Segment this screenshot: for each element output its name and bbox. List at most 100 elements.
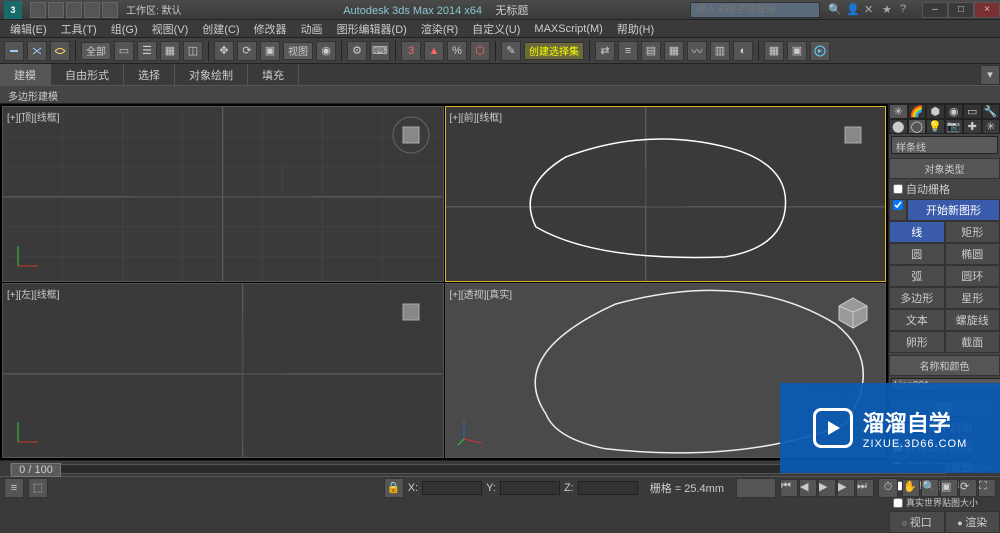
favorite-icon[interactable]: ★ (882, 3, 896, 17)
y-input[interactable] (500, 481, 560, 495)
menu-animation[interactable]: 动画 (295, 20, 329, 38)
move-button[interactable]: ✥ (214, 41, 234, 61)
layer-button[interactable]: ▤ (641, 41, 661, 61)
menu-modifiers[interactable]: 修改器 (248, 20, 293, 38)
new-button[interactable] (30, 2, 46, 18)
goto-start-button[interactable]: ⏮ (780, 479, 798, 497)
menu-views[interactable]: 视图(V) (146, 20, 195, 38)
shape-star-button[interactable]: 星形 (945, 287, 1000, 309)
shape-line-button[interactable]: 线 (889, 221, 945, 243)
minimize-button[interactable]: – (922, 2, 948, 18)
start-shape-checkbox[interactable] (893, 200, 903, 210)
shape-ellipse-button[interactable]: 椭圆 (945, 243, 1000, 265)
rotate-button[interactable]: ⟳ (237, 41, 257, 61)
shape-egg-button[interactable]: 卵形 (889, 331, 945, 353)
goto-end-button[interactable]: ⏭ (856, 479, 874, 497)
render-button[interactable] (810, 41, 830, 61)
redo-button[interactable] (102, 2, 118, 18)
menu-group[interactable]: 组(G) (105, 20, 144, 38)
edit-selection-button[interactable]: ✎ (501, 41, 521, 61)
open-button[interactable] (48, 2, 64, 18)
render-setup-button[interactable]: ▦ (764, 41, 784, 61)
ribbon-tab-populate[interactable]: 填充 (248, 64, 299, 86)
align-button[interactable]: ≡ (618, 41, 638, 61)
zoom-button[interactable]: 🔍 (921, 479, 939, 497)
ribbon-minimize-button[interactable]: ▾ (980, 65, 1000, 85)
rollout-object-type[interactable]: 对象类型 (889, 158, 1000, 179)
viewport-left[interactable]: [+][左][线框] (2, 283, 444, 459)
menu-customize[interactable]: 自定义(U) (466, 20, 526, 38)
link-button[interactable] (4, 41, 24, 61)
render-frame-button[interactable]: ▣ (787, 41, 807, 61)
shape-donut-button[interactable]: 圆环 (945, 265, 1000, 287)
infocenter-icon[interactable]: 🔍 (828, 3, 842, 17)
pivot-button[interactable]: ◉ (316, 41, 336, 61)
menu-edit[interactable]: 编辑(E) (4, 20, 53, 38)
viewcube-icon[interactable] (833, 115, 873, 155)
move-gizmo[interactable] (645, 167, 685, 207)
angle-snap[interactable]: ▲ (424, 41, 444, 61)
spinner-snap[interactable]: ⬡ (470, 41, 490, 61)
modify-tab-icon[interactable]: 🌈 (908, 104, 927, 119)
save-button[interactable] (66, 2, 82, 18)
close-button[interactable]: × (974, 2, 1000, 18)
maxview-button[interactable]: ⛶ (978, 479, 996, 497)
viewport-top[interactable]: [+][顶][线框] (2, 106, 444, 282)
viewcube-icon[interactable] (833, 292, 873, 332)
shape-circle-button[interactable]: 圆 (889, 243, 945, 265)
shapes-icon[interactable]: ◯ (908, 119, 927, 134)
ribbon-tab-modeling[interactable]: 建模 (0, 64, 51, 86)
start-new-shape-button[interactable]: 开始新图形 (907, 199, 1000, 221)
named-selection-set[interactable]: 创建选择集 (524, 42, 584, 60)
pan-view-button[interactable]: ✋ (902, 479, 920, 497)
exchange-icon[interactable]: ✕ (864, 3, 878, 17)
ref-coord-combo[interactable]: 视图 (283, 42, 313, 60)
maxscript-listener-icon[interactable]: ≡ (4, 478, 24, 498)
systems-icon[interactable]: ✳ (982, 119, 1000, 134)
move-gizmo[interactable] (243, 333, 283, 373)
menu-rendering[interactable]: 渲染(R) (415, 20, 464, 38)
prev-frame-button[interactable]: ◀ (799, 479, 817, 497)
maximize-button[interactable]: □ (948, 2, 974, 18)
render-radio[interactable]: ● 渲染 (945, 511, 1000, 533)
app-icon[interactable]: 3 (4, 1, 22, 19)
ribbon-tab-objectpaint[interactable]: 对象绘制 (175, 64, 248, 86)
menu-grapheditors[interactable]: 图形编辑器(D) (331, 20, 413, 38)
next-frame-button[interactable]: ▶ (837, 479, 855, 497)
selection-filter[interactable]: 全部 (81, 42, 111, 60)
unlink-button[interactable] (27, 41, 47, 61)
select-region-button[interactable]: ▦ (160, 41, 180, 61)
manipulate-button[interactable]: ⚙ (347, 41, 367, 61)
hierarchy-tab-icon[interactable]: ⬢ (926, 104, 945, 119)
ribbon-tab-freeform[interactable]: 自由形式 (51, 64, 124, 86)
select-name-button[interactable]: ☰ (137, 41, 157, 61)
curve-editor-button[interactable]: 〰 (687, 41, 707, 61)
move-gizmo[interactable] (283, 167, 313, 197)
mirror-button[interactable]: ⇄ (595, 41, 615, 61)
viewcube-icon[interactable] (391, 115, 431, 155)
viewport-front[interactable]: [+][前][线框] (445, 106, 887, 282)
viewcube-icon[interactable] (391, 292, 431, 332)
create-tab-icon[interactable]: ✳ (889, 104, 908, 119)
signin-icon[interactable]: 👤 (846, 3, 860, 17)
help-icon[interactable]: ? (900, 3, 914, 17)
viewport-radio[interactable]: ○ 视口 (889, 511, 945, 533)
bind-button[interactable] (50, 41, 70, 61)
viewport-label[interactable]: [+][前][线框] (450, 109, 503, 124)
z-input[interactable] (578, 481, 638, 495)
display-tab-icon[interactable]: ▭ (963, 104, 982, 119)
ribbon-toggle[interactable]: ▦ (664, 41, 684, 61)
snap-toggle[interactable]: 3 (401, 41, 421, 61)
time-slider[interactable]: 0 / 100 (11, 463, 61, 477)
help-search-input[interactable] (690, 2, 820, 18)
viewport-label[interactable]: [+][左][线框] (7, 286, 60, 301)
cameras-icon[interactable]: 📷 (945, 119, 964, 134)
x-input[interactable] (422, 481, 482, 495)
shape-text-button[interactable]: 文本 (889, 309, 945, 331)
scale-button[interactable]: ▣ (260, 41, 280, 61)
menu-tools[interactable]: 工具(T) (55, 20, 103, 38)
select-button[interactable]: ▭ (114, 41, 134, 61)
ribbon-tab-selection[interactable]: 选择 (124, 64, 175, 86)
category-dropdown[interactable]: 样条线 (891, 136, 998, 154)
keyboard-button[interactable]: ⌨ (370, 41, 390, 61)
